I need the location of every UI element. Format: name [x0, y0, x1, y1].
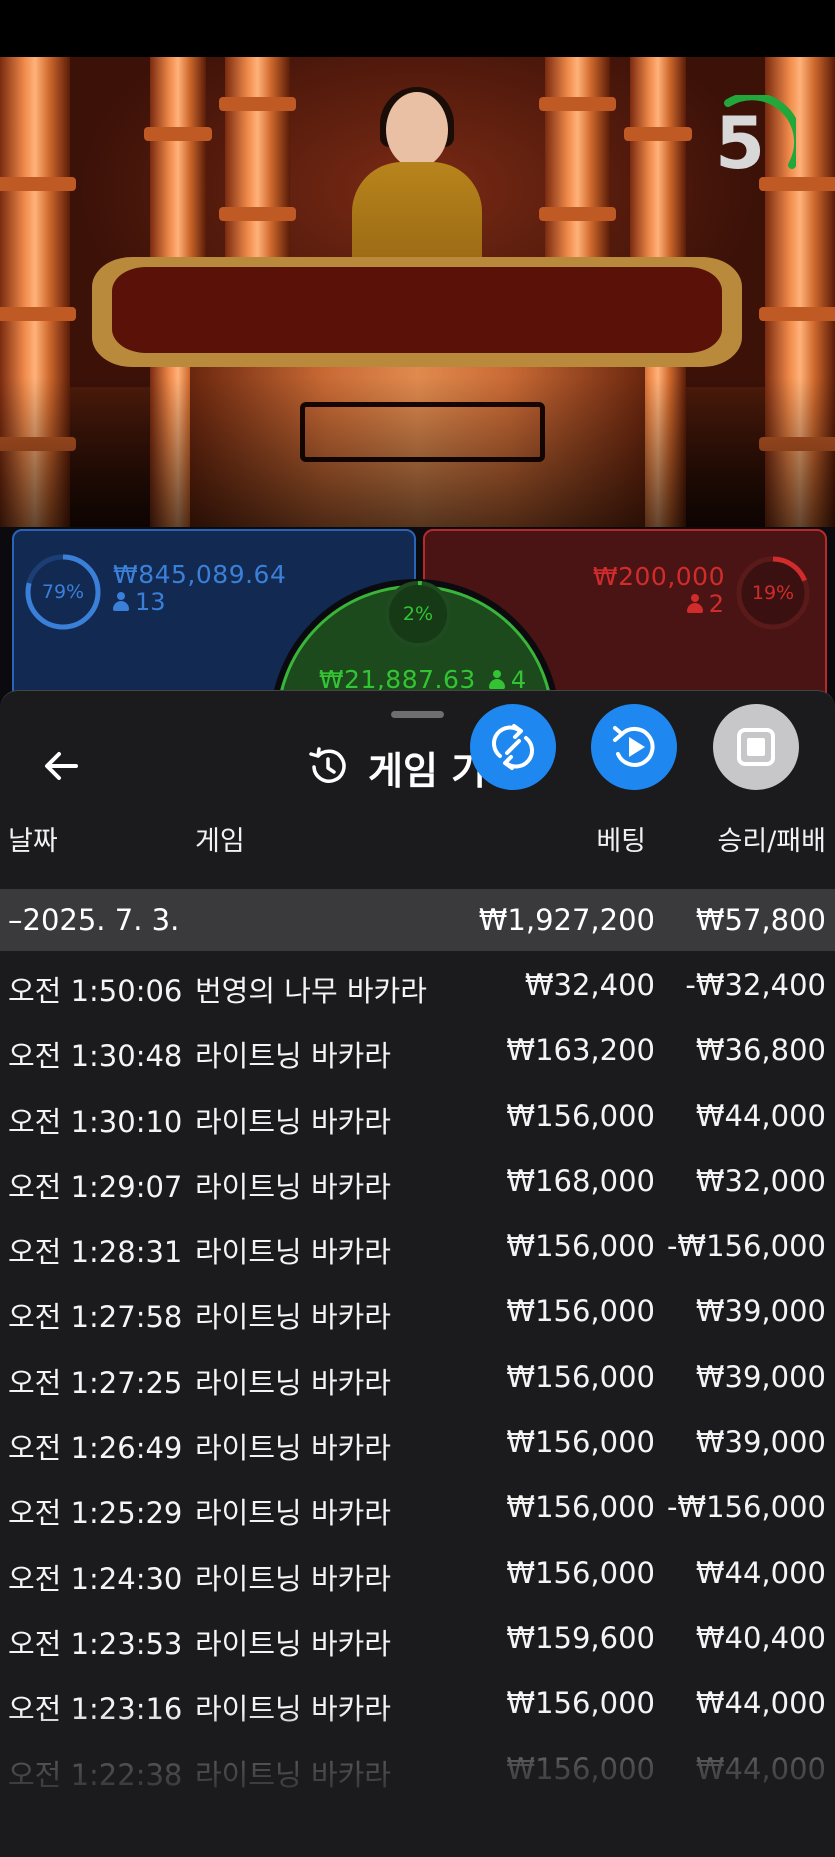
banker-count-value: 2	[708, 590, 724, 618]
history-row[interactable]: 오전 1:30:10 라이트닝 바카라 ₩156,000 ₩44,000	[0, 1084, 835, 1149]
row-result: ₩44,000	[695, 1555, 826, 1590]
row-time: 오전 1:26:49	[8, 1431, 183, 1466]
banker-percent-ring: 19%	[735, 555, 811, 631]
history-clock-icon	[309, 747, 346, 783]
scene-shadow	[0, 377, 835, 537]
row-game: 번영의 나무 바카라	[195, 974, 427, 1008]
summary-result: ₩57,800	[695, 903, 826, 937]
history-row[interactable]: 오전 1:24:30 라이트닝 바카라 ₩156,000 ₩44,000	[0, 1541, 835, 1606]
column-header-result[interactable]: 승리/패배	[718, 819, 826, 858]
row-bet: ₩156,000	[506, 1555, 655, 1590]
list-fade	[0, 1711, 835, 1857]
player-amount: ₩845,089.64	[113, 560, 287, 589]
row-time: 오전 1:28:31	[8, 1235, 183, 1270]
history-list: 오전 1:50:06 번영의 나무 바카라 ₩32,400 -₩32,400 오전 1:…	[0, 953, 835, 1802]
row-bet: ₩32,400	[524, 968, 655, 1002]
row-result: -₩156,000	[666, 1490, 826, 1525]
row-time: 오전 1:30:48	[8, 1039, 183, 1074]
row-game: 라이트닝 바카라	[195, 1104, 391, 1139]
countdown-value: 5	[714, 101, 766, 185]
row-result: ₩36,800	[695, 1033, 826, 1068]
row-time: 오전 1:27:25	[8, 1365, 183, 1400]
row-bet: ₩159,600	[506, 1620, 655, 1655]
top-bar	[0, 0, 835, 57]
table-felt	[112, 267, 722, 353]
player-count-value: 13	[135, 588, 166, 616]
player-percent: 79%	[41, 581, 85, 603]
round-countdown: 5	[700, 92, 803, 191]
row-game: 라이트닝 바카라	[195, 1365, 391, 1400]
history-row[interactable]: 오전 1:29:07 라이트닝 바카라 ₩168,000 ₩32,000	[0, 1149, 835, 1214]
sheet-drag-handle[interactable]	[391, 711, 444, 718]
person-icon	[488, 670, 505, 690]
row-result: -₩32,400	[685, 968, 826, 1002]
row-time: 오전 1:27:58	[8, 1300, 183, 1335]
row-game: 라이트닝 바카라	[195, 1496, 391, 1531]
stop-square-icon	[737, 728, 775, 766]
row-bet: ₩168,000	[506, 1163, 655, 1198]
summary-date: –2025. 7. 3.	[8, 903, 180, 937]
history-row[interactable]: 오전 1:23:53 라이트닝 바카라 ₩159,600 ₩40,400	[0, 1606, 835, 1671]
column-header-bet[interactable]: 베팅	[596, 819, 646, 858]
row-game: 라이트닝 바카라	[195, 1169, 391, 1204]
row-time: 오전 1:23:53	[8, 1626, 183, 1661]
row-result: ₩40,400	[695, 1620, 826, 1655]
banker-amount: ₩200,000	[592, 562, 725, 591]
swap-view-icon	[492, 724, 534, 770]
history-row[interactable]: 오전 1:26:49 라이트닝 바카라 ₩156,000 ₩39,000	[0, 1410, 835, 1475]
bet-totals-bar: 79% ₩845,089.64 13 ₩200,000 2 19% 2% ₩21…	[0, 527, 835, 717]
row-bet: ₩163,200	[506, 1033, 655, 1068]
replay-video-button[interactable]	[591, 704, 677, 790]
row-result: ₩44,000	[695, 1098, 826, 1133]
row-game: 라이트닝 바카라	[195, 1561, 391, 1596]
row-bet: ₩156,000	[506, 1294, 655, 1329]
row-game: 라이트닝 바카라	[195, 1300, 391, 1335]
row-bet: ₩156,000	[506, 1425, 655, 1460]
column-header-game[interactable]: 게임	[195, 819, 245, 858]
row-bet: ₩156,000	[506, 1098, 655, 1133]
history-row[interactable]: 오전 1:27:25 라이트닝 바카라 ₩156,000 ₩39,000	[0, 1345, 835, 1410]
replay-video-icon	[613, 726, 655, 767]
row-result: ₩32,000	[695, 1163, 826, 1198]
game-history-sheet: 게임 기록 날짜 게임 베팅 승리/패배 –2025. 7. 3. ₩1,927…	[0, 690, 835, 1857]
person-icon	[686, 594, 703, 614]
stop-button[interactable]	[713, 704, 799, 790]
arrow-left-icon	[45, 752, 78, 780]
person-icon	[113, 592, 129, 612]
row-bet: ₩156,000	[506, 1359, 655, 1394]
live-video[interactable]: 5	[0, 57, 835, 537]
history-row[interactable]: 오전 1:25:29 라이트닝 바카라 ₩156,000 -₩156,000	[0, 1475, 835, 1540]
day-summary-row[interactable]: –2025. 7. 3. ₩1,927,200 ₩57,800	[0, 889, 835, 951]
banker-percent: 19%	[751, 582, 795, 604]
column-header-date[interactable]: 날짜	[8, 819, 58, 858]
row-game: 라이트닝 바카라	[195, 1235, 391, 1270]
row-game: 라이트닝 바카라	[195, 1039, 391, 1074]
row-time: 오전 1:29:07	[8, 1169, 183, 1204]
history-row[interactable]: 오전 1:27:58 라이트닝 바카라 ₩156,000 ₩39,000	[0, 1279, 835, 1344]
row-game: 라이트닝 바카라	[195, 1431, 391, 1466]
player-count: 13	[113, 588, 166, 616]
row-time: 오전 1:24:30	[8, 1561, 183, 1596]
banker-count: 2	[686, 590, 724, 618]
row-result: ₩39,000	[695, 1359, 826, 1394]
history-row[interactable]: 오전 1:50:06 번영의 나무 바카라 ₩32,400 -₩32,400	[0, 953, 835, 1018]
summary-bet: ₩1,927,200	[478, 903, 655, 937]
row-result: ₩39,000	[695, 1294, 826, 1329]
row-bet: ₩156,000	[506, 1490, 655, 1525]
history-row[interactable]: 오전 1:28:31 라이트닝 바카라 ₩156,000 -₩156,000	[0, 1214, 835, 1279]
dealer-face	[386, 92, 448, 168]
swap-view-button[interactable]	[470, 704, 556, 790]
tie-percent: 2%	[402, 603, 434, 625]
row-result: -₩156,000	[666, 1229, 826, 1264]
tie-percent-ring: 2%	[383, 579, 453, 649]
player-percent-ring: 79%	[24, 553, 102, 631]
row-time: 오전 1:25:29	[8, 1496, 183, 1531]
back-button[interactable]	[36, 741, 86, 791]
row-time: 오전 1:50:06	[8, 974, 183, 1008]
history-row[interactable]: 오전 1:30:48 라이트닝 바카라 ₩163,200 ₩36,800	[0, 1018, 835, 1083]
row-result: ₩39,000	[695, 1425, 826, 1460]
row-bet: ₩156,000	[506, 1229, 655, 1264]
row-game: 라이트닝 바카라	[195, 1626, 391, 1661]
row-time: 오전 1:30:10	[8, 1104, 183, 1139]
